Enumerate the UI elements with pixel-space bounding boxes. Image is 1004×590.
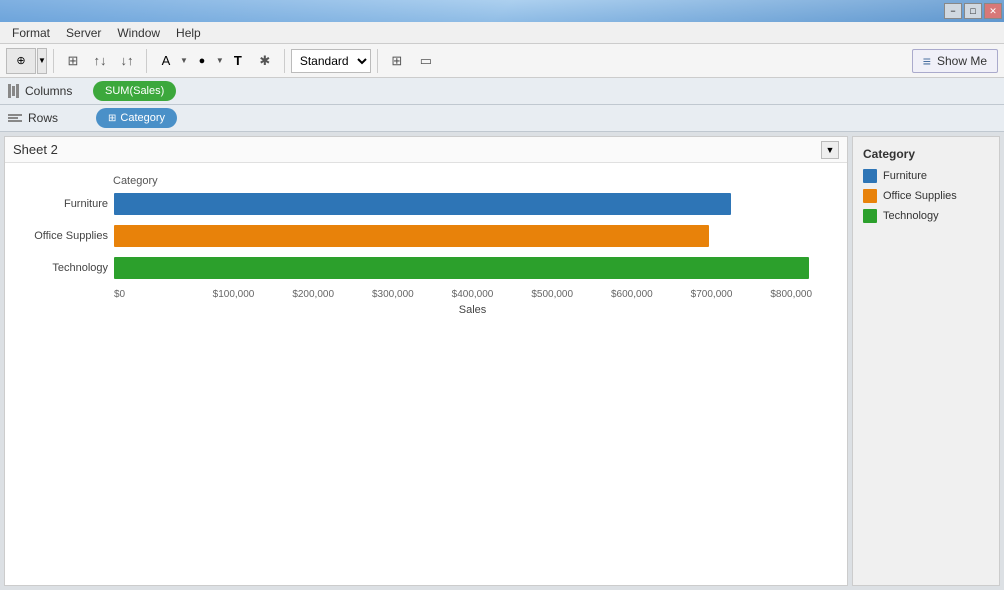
legend-item-furniture[interactable]: Furniture <box>863 169 989 183</box>
menu-item-window[interactable]: Window <box>109 24 168 42</box>
x-axis-label: Sales <box>13 304 831 316</box>
legend-label-furniture: Furniture <box>883 170 927 182</box>
show-me-label: Show Me <box>937 54 987 68</box>
columns-shelf: Columns SUM(Sales) <box>0 78 1004 105</box>
bar-wrapper-technology <box>114 257 831 279</box>
columns-pill[interactable]: SUM(Sales) <box>93 81 176 101</box>
chart-row-technology: Technology <box>13 257 831 279</box>
presentation-button[interactable]: ▭ <box>413 48 439 74</box>
bar-wrapper-furniture <box>114 193 831 215</box>
select-tool-button[interactable]: ⊕ <box>6 48 36 74</box>
chart-area: Category Furniture Office Supplies <box>5 163 847 585</box>
sheet-header: Sheet 2 ▼ <box>5 137 847 163</box>
x-tick-700k: $700,000 <box>672 289 752 300</box>
columns-shelf-label: Columns <box>25 84 87 98</box>
sort-desc-button[interactable]: ↓↑ <box>114 48 140 74</box>
chart-row-furniture: Furniture <box>13 193 831 215</box>
tooltip-button[interactable]: ✱ <box>252 48 278 74</box>
minimize-button[interactable]: − <box>944 3 962 19</box>
menu-item-server[interactable]: Server <box>58 24 109 42</box>
x-tick-500k: $500,000 <box>512 289 592 300</box>
select-tool-dropdown[interactable]: ▼ <box>37 48 47 74</box>
bar-furniture <box>114 193 731 215</box>
legend-label-technology: Technology <box>883 210 939 222</box>
menu-item-help[interactable]: Help <box>168 24 209 42</box>
swap-rows-cols-button[interactable]: ⊞ <box>60 48 86 74</box>
mark-type-dropdown[interactable]: Standard <box>291 49 371 73</box>
chart-row-office-supplies: Office Supplies <box>13 225 831 247</box>
legend-item-technology[interactable]: Technology <box>863 209 989 223</box>
x-tick-300k: $300,000 <box>353 289 433 300</box>
fit-view-button[interactable]: ⊞ <box>384 48 410 74</box>
color-dropdown[interactable]: ▼ <box>180 56 188 65</box>
menu-bar: Format Server Window Help <box>0 22 1004 44</box>
sheet-dropdown-button[interactable]: ▼ <box>821 141 839 159</box>
legend-color-office-supplies <box>863 189 877 203</box>
x-tick-200k: $200,000 <box>273 289 353 300</box>
bar-wrapper-office-supplies <box>114 225 831 247</box>
toolbar-sort-group: ⊞ ↑↓ ↓↑ <box>60 48 140 74</box>
size-button[interactable]: ● <box>189 48 215 74</box>
bar-label-furniture: Furniture <box>13 198 108 210</box>
rows-shelf-icon <box>8 114 22 122</box>
legend-label-office-supplies: Office Supplies <box>883 190 957 202</box>
menu-item-format[interactable]: Format <box>4 24 58 42</box>
size-dropdown[interactable]: ▼ <box>216 56 224 65</box>
sheet-panel: Sheet 2 ▼ Category Furniture <box>4 136 848 586</box>
show-me-icon: ≡ <box>923 53 931 69</box>
text-button[interactable]: T <box>225 48 251 74</box>
bar-technology <box>114 257 809 279</box>
x-tick-800k: $800,000 <box>751 289 831 300</box>
toolbar: ⊕ ▼ ⊞ ↑↓ ↓↑ A ▼ ● ▼ T ✱ Standard ⊞ ▭ ≡ S… <box>0 44 1004 78</box>
main-area: Sheet 2 ▼ Category Furniture <box>0 132 1004 590</box>
legend-color-technology <box>863 209 877 223</box>
close-button[interactable]: ✕ <box>984 3 1002 19</box>
legend-panel: Category Furniture Office Supplies Techn… <box>852 136 1000 586</box>
legend-title: Category <box>863 147 989 161</box>
y-axis-label: Category <box>113 175 158 187</box>
bar-office-supplies <box>114 225 709 247</box>
maximize-button[interactable]: □ <box>964 3 982 19</box>
x-axis-ticks: $0 $100,000 $200,000 $300,000 $400,000 $… <box>13 289 831 300</box>
bar-label-technology: Technology <box>13 262 108 274</box>
color-button[interactable]: A <box>153 48 179 74</box>
sheet-title: Sheet 2 <box>13 142 58 157</box>
rows-shelf: Rows ⊞ Category <box>0 105 1004 132</box>
rows-pill[interactable]: ⊞ Category <box>96 108 177 128</box>
legend-color-furniture <box>863 169 877 183</box>
x-tick-600k: $600,000 <box>592 289 672 300</box>
show-me-button[interactable]: ≡ Show Me <box>912 49 998 73</box>
x-tick-100k: $100,000 <box>194 289 274 300</box>
columns-shelf-icon <box>8 84 19 98</box>
legend-item-office-supplies[interactable]: Office Supplies <box>863 189 989 203</box>
chart-bars: Furniture Office Supplies Technology <box>13 193 831 279</box>
x-tick-400k: $400,000 <box>433 289 513 300</box>
bar-label-office-supplies: Office Supplies <box>13 230 108 242</box>
sort-asc-button[interactable]: ↑↓ <box>87 48 113 74</box>
format-group: A ▼ ● ▼ T ✱ <box>153 48 278 74</box>
rows-shelf-label: Rows <box>28 111 90 125</box>
x-tick-0: $0 <box>114 289 194 300</box>
select-tool-group: ⊕ ▼ <box>6 48 47 74</box>
